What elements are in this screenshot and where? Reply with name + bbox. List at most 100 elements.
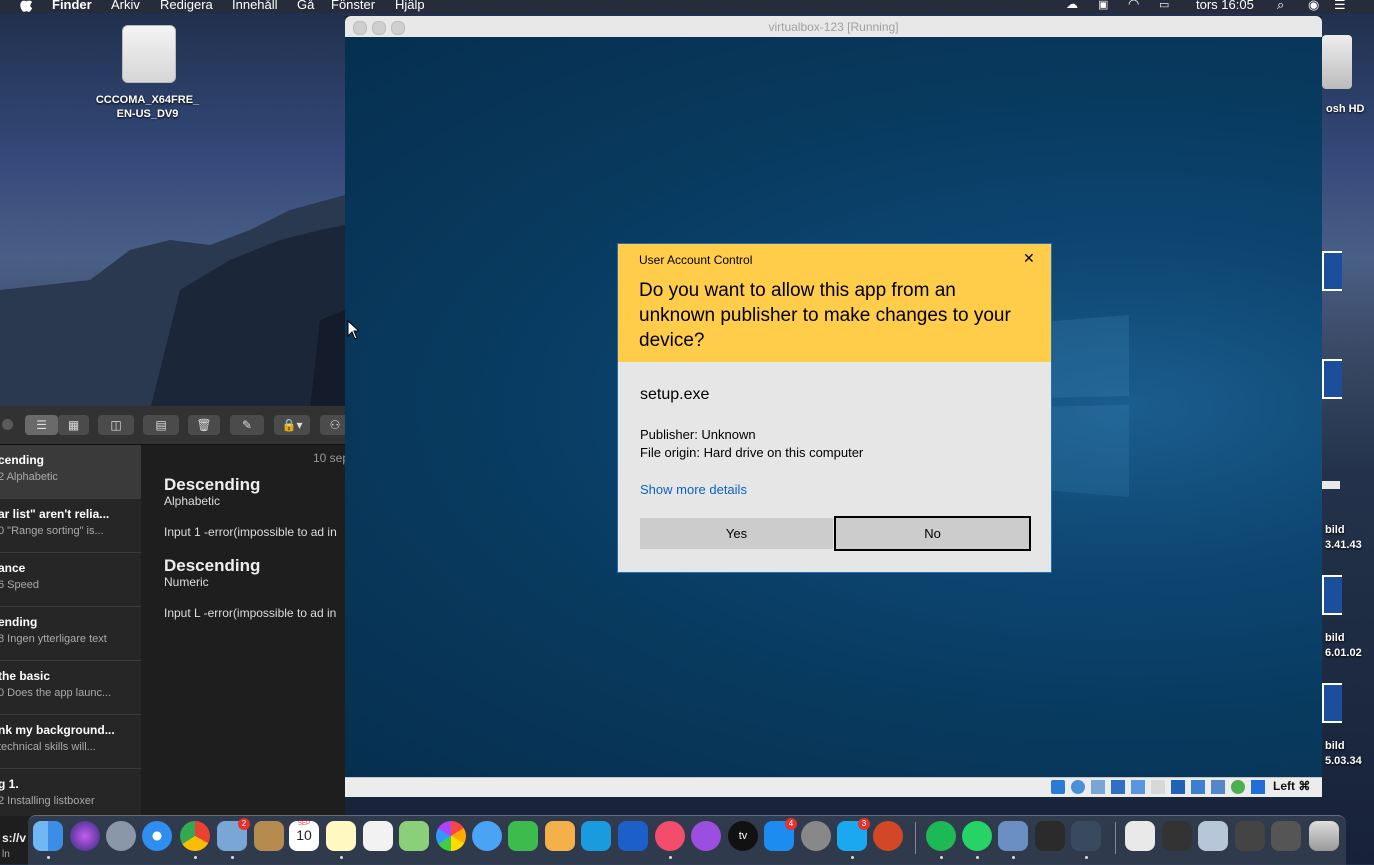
yes-button[interactable]: Yes (640, 518, 833, 549)
recording-status-icon[interactable] (1191, 780, 1205, 794)
safari-icon[interactable] (142, 821, 172, 851)
menu-ga[interactable]: Gå (297, 0, 314, 12)
list-item[interactable]: ending 8 Ingen ytterligare text (0, 607, 141, 661)
messages-icon[interactable] (472, 821, 502, 851)
gallery-view-icon[interactable]: ▦ (58, 415, 89, 435)
trash-icon[interactable] (1309, 821, 1339, 851)
menu-hjalp[interactable]: Hjälp (395, 0, 425, 12)
clock[interactable]: tors 16:05 (1196, 0, 1254, 12)
attachments-icon[interactable]: ▤ (143, 415, 179, 435)
files-stack-icon[interactable] (1271, 821, 1301, 851)
screenshots-stack-icon[interactable] (1235, 821, 1265, 851)
screenshot-thumb-icon[interactable] (1322, 359, 1342, 399)
photos-icon[interactable] (436, 821, 466, 851)
facetime-icon[interactable] (508, 821, 538, 851)
control-center-icon[interactable]: ☰ (1334, 0, 1346, 13)
siri-icon[interactable] (70, 821, 100, 851)
notes-icon[interactable] (326, 821, 356, 851)
apple-tv-icon[interactable]: tv (728, 821, 758, 851)
disk-image-label[interactable]: CCCOMA_X64FRE_ EN-US_DV9 (85, 93, 210, 121)
list-item[interactable]: cending 2 Alphabetic (0, 445, 141, 499)
screenshot-label[interactable]: bild 6.01.02 (1325, 631, 1362, 661)
mail-badge: 2 (238, 818, 250, 830)
optical-drive-status-icon[interactable] (1071, 780, 1085, 794)
system-preferences-icon[interactable] (801, 821, 831, 851)
maps-icon[interactable] (399, 821, 429, 851)
keyboard-capture-icon[interactable] (1251, 780, 1265, 794)
screenshot-label[interactable]: bild 5.03.34 (1325, 739, 1362, 769)
spotify-icon[interactable] (926, 821, 956, 851)
host-key-label[interactable]: Left ⌘ (1273, 779, 1310, 793)
chrome-icon[interactable] (180, 821, 210, 851)
menu-arkiv[interactable]: Arkiv (111, 0, 140, 12)
sidebar-toggle-icon[interactable]: ◫ (98, 415, 134, 435)
network-status-icon[interactable] (1111, 780, 1125, 794)
list-item[interactable]: nk my background... technical skills wil… (0, 715, 141, 769)
screenshot-thumb-icon[interactable] (1322, 251, 1342, 291)
display-status-icon[interactable] (1171, 780, 1185, 794)
menu-redigera[interactable]: Redigera (160, 0, 213, 12)
downloads-stack-icon[interactable] (1162, 821, 1192, 851)
creative-cloud-icon[interactable]: ☁ (1066, 0, 1078, 11)
numbers-icon[interactable] (581, 821, 611, 851)
usb-status-icon[interactable] (1131, 780, 1145, 794)
note-date: 10 sep (313, 451, 345, 465)
note-editor[interactable]: 10 sep Descending Alphabetic Input 1 -er… (142, 445, 345, 816)
disk-image-icon[interactable] (122, 25, 176, 83)
menu-innehall[interactable]: Innehåll (232, 0, 278, 12)
shared-folder-status-icon[interactable] (1151, 780, 1165, 794)
music-icon[interactable] (655, 821, 685, 851)
powerpoint-icon[interactable] (873, 821, 903, 851)
screenshot-thumb-icon[interactable] (1322, 575, 1342, 615)
vm-statusbar: Left ⌘ (345, 777, 1322, 797)
vm-preview-icon[interactable] (1071, 821, 1101, 851)
no-button[interactable]: No (834, 516, 1031, 551)
trash-icon[interactable]: 🗑 (188, 415, 220, 435)
pages-icon[interactable] (545, 821, 575, 851)
cpu-status-icon[interactable] (1211, 780, 1225, 794)
window-button-icon[interactable] (2, 419, 13, 430)
hard-drive-icon[interactable] (1322, 35, 1352, 89)
show-more-details-link[interactable]: Show more details (640, 482, 747, 497)
screenshot-thumb-icon[interactable] (1322, 683, 1342, 723)
close-icon[interactable]: ✕ (1023, 250, 1035, 267)
note-subheading: Alphabetic (164, 494, 221, 508)
hard-drive-label[interactable]: osh HD (1326, 102, 1365, 117)
spotlight-search-icon[interactable]: ⌕ (1277, 0, 1284, 13)
audio-status-icon[interactable] (1091, 780, 1105, 794)
podcasts-icon[interactable] (691, 821, 721, 851)
reminders-icon[interactable] (363, 821, 393, 851)
menu-finder[interactable]: Finder (52, 0, 92, 12)
finder-icon[interactable] (33, 821, 63, 851)
screenshot-label[interactable]: bild 3.41.43 (1325, 523, 1362, 553)
compose-icon[interactable]: ✎ (230, 415, 264, 435)
list-item[interactable]: the basic 0 Does the app launc... (0, 661, 141, 715)
dock-divider (915, 822, 916, 854)
mouse-integration-icon[interactable] (1231, 780, 1245, 794)
running-indicator (669, 856, 672, 859)
acrobat-icon[interactable] (1035, 821, 1065, 851)
list-view-icon[interactable]: ☰ (25, 415, 58, 435)
virtualbox-icon[interactable] (998, 821, 1028, 851)
calendar-icon[interactable]: SEP 10 (289, 821, 319, 851)
battery-icon[interactable]: ▭ (1159, 0, 1169, 11)
display-icon[interactable]: ▣ (1098, 0, 1108, 11)
keynote-icon[interactable] (618, 821, 648, 851)
siri-icon[interactable]: ◉ (1308, 0, 1319, 13)
menu-fonster[interactable]: Fönster (331, 0, 375, 12)
whatsapp-icon[interactable] (962, 821, 992, 851)
launchpad-icon[interactable] (106, 821, 136, 851)
documents-stack-icon[interactable] (1125, 821, 1155, 851)
apple-menu-icon[interactable] (20, 0, 33, 15)
contacts-icon[interactable] (254, 821, 284, 851)
file-thumb-icon[interactable] (1322, 481, 1340, 489)
lock-icon[interactable]: 🔒▾ (274, 415, 310, 435)
list-item[interactable]: ar list" aren't relia... 0 "Range sortin… (0, 499, 141, 553)
wifi-icon[interactable]: ◠ (1128, 0, 1139, 12)
uac-dialog-title: User Account Control (639, 253, 753, 267)
uac-dialog: User Account Control ✕ Do you want to al… (617, 243, 1052, 573)
note-heading: Descending (164, 556, 261, 575)
hard-disk-status-icon[interactable] (1051, 780, 1065, 794)
recent-stack-icon[interactable] (1198, 821, 1228, 851)
list-item[interactable]: ance 6 Speed (0, 553, 141, 607)
